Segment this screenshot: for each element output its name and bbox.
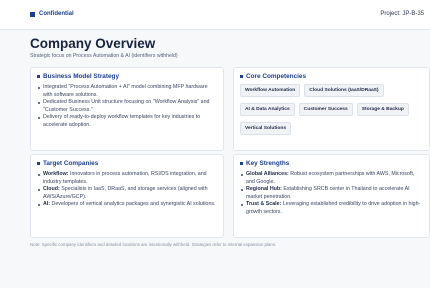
list-item: AI: Developers of vertical analytics pac… (37, 201, 217, 209)
list-item: Workflow: Innovators in process automati… (37, 171, 217, 186)
document-page: Confidential Project: JP-B-35 Company Ov… (0, 0, 430, 288)
item-text: Developers of vertical analytics package… (50, 201, 216, 208)
competency-tag: AI & Data Analytics (240, 103, 295, 116)
item-label: AI: (43, 201, 51, 208)
project-id: Project: JP-B-35 (380, 11, 424, 17)
card-header: Key Strengths (240, 160, 423, 167)
list-item: Regional Hub: Establishing SRCB center i… (240, 186, 423, 201)
square-icon (30, 11, 35, 17)
bullet-list: Global Alliances: Robust ecosystem partn… (240, 171, 423, 217)
competency-tag: Vertical Solutions (240, 122, 292, 135)
square-bullet-icon (240, 75, 243, 78)
confidential-label: Confidential (30, 11, 74, 17)
item-text: Specialists in IaaS, DRaaS, and storage … (43, 186, 208, 200)
item-label: Trust & Scale: (246, 201, 282, 208)
footnote: Note: Specific company identifiers and d… (30, 242, 277, 247)
item-text: Innovators in process automation, RSI/DS… (43, 171, 207, 185)
card-header: Core Competencies (240, 73, 423, 80)
square-bullet-icon (240, 162, 243, 165)
list-item: Cloud: Specialists in IaaS, DRaaS, and s… (37, 186, 217, 201)
page-title: Company Overview (30, 36, 156, 51)
card-header: Business Model Strategy (37, 73, 217, 80)
card-title: Key Strengths (246, 160, 290, 167)
list-item: Integrated "Process Automation + AI" mod… (37, 84, 217, 99)
list-item: Trust & Scale: Leveraging established cr… (240, 201, 423, 216)
competency-tag: Workflow Automation (240, 84, 301, 97)
item-label: Workflow: (43, 171, 69, 177)
card-title: Core Competencies (246, 73, 307, 80)
square-bullet-icon (37, 162, 40, 165)
page-subtitle: Strategic focus on Process Automation & … (30, 53, 178, 59)
item-label: Global Alliances: (246, 171, 289, 177)
competency-tag: Customer Success (298, 103, 353, 116)
business-model-card: Business Model Strategy Integrated "Proc… (30, 67, 224, 151)
competency-tag: Storage & Backup (356, 103, 409, 116)
card-header: Target Companies (37, 160, 217, 167)
item-label: Cloud: (43, 186, 60, 193)
list-item: Dedicated Business Unit structure focusi… (37, 99, 217, 114)
item-label: Regional Hub: (246, 186, 282, 193)
bullet-list: Workflow: Innovators in process automati… (37, 171, 217, 209)
key-strengths-card: Key Strengths Global Alliances: Robust e… (233, 154, 430, 238)
competency-tag: Cloud Solutions (IaaS/DRaaS) (304, 84, 384, 97)
card-title: Business Model Strategy (43, 73, 119, 80)
list-item: Delivery of ready-to-deploy workflow tem… (37, 114, 217, 129)
top-bar: Confidential Project: JP-B-35 (0, 0, 430, 30)
card-title: Target Companies (43, 160, 99, 167)
square-bullet-icon (37, 75, 40, 78)
confidential-text: Confidential (39, 11, 74, 17)
tag-list: Workflow Automation Cloud Solutions (Iaa… (240, 84, 423, 135)
bullet-list: Integrated "Process Automation + AI" mod… (37, 84, 217, 130)
core-competencies-card: Core Competencies Workflow Automation Cl… (233, 67, 430, 151)
list-item: Global Alliances: Robust ecosystem partn… (240, 171, 423, 186)
target-companies-card: Target Companies Workflow: Innovators in… (30, 154, 224, 238)
